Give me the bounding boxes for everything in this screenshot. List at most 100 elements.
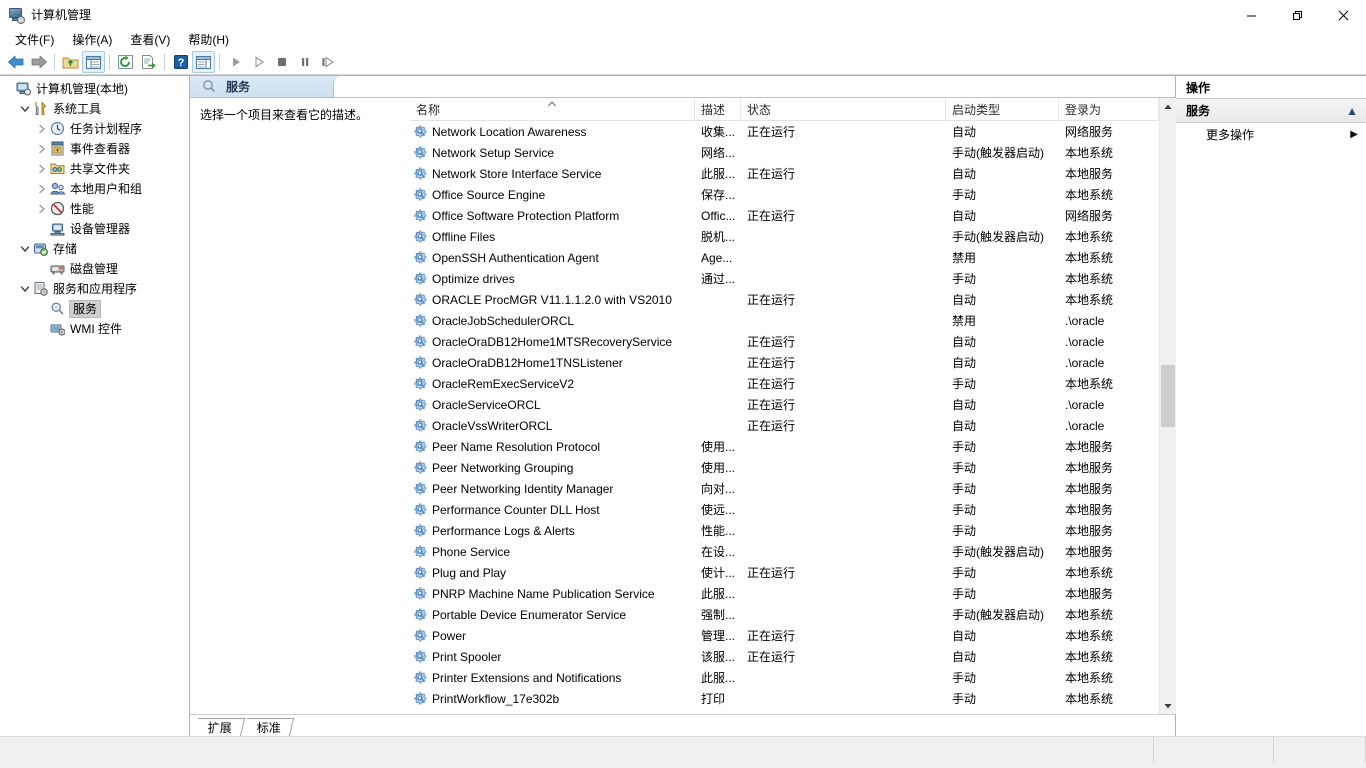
- column-header-logon[interactable]: 登录为: [1059, 98, 1159, 121]
- cell-status: 正在运行: [741, 205, 946, 226]
- column-header-startup[interactable]: 启动类型: [946, 98, 1059, 121]
- tree-item-task-scheduler[interactable]: 任务计划程序: [0, 119, 189, 139]
- table-row[interactable]: PrintWorkflow_17e302b 打印 手动 本地系统: [410, 688, 1159, 709]
- table-row[interactable]: Performance Logs & Alerts 性能... 手动 本地服务: [410, 520, 1159, 541]
- pause-service-button[interactable]: [293, 51, 316, 73]
- menu-file[interactable]: 文件(F): [6, 30, 63, 50]
- tree-item-shared-folders[interactable]: 共享文件夹: [0, 159, 189, 179]
- back-button[interactable]: [4, 51, 27, 73]
- column-header-desc[interactable]: 描述: [695, 98, 741, 121]
- tree-item-services-and-applications[interactable]: 服务和应用程序: [0, 279, 189, 299]
- scrollbar-track[interactable]: [1159, 115, 1176, 697]
- action-more-actions[interactable]: 更多操作 ▶: [1176, 123, 1366, 145]
- stop-service-button[interactable]: [270, 51, 293, 73]
- cell-text: 本地服务: [1065, 461, 1114, 475]
- cell-text: 手动: [952, 587, 977, 601]
- tree-item-root[interactable]: 计算机管理(本地): [0, 79, 189, 99]
- chevron-up-icon[interactable]: ▲: [1346, 104, 1358, 118]
- table-row[interactable]: Optimize drives 通过... 手动 本地系统: [410, 268, 1159, 289]
- table-row[interactable]: Printer Extensions and Notifications 此服..…: [410, 667, 1159, 688]
- table-row[interactable]: Offline Files 脱机... 手动(触发器启动) 本地系统: [410, 226, 1159, 247]
- table-row[interactable]: OracleServiceORCL 正在运行 自动 .\oracle: [410, 394, 1159, 415]
- tree-item-wmi-control[interactable]: WMI 控件: [0, 319, 189, 339]
- scroll-down-button[interactable]: [1159, 697, 1176, 714]
- cell-name: Network Location Awareness: [410, 121, 695, 142]
- chevron-right-icon[interactable]: [34, 141, 50, 157]
- menu-action[interactable]: 操作(A): [63, 30, 121, 50]
- service-gear-icon: [414, 587, 428, 601]
- restart-service-button[interactable]: [316, 51, 339, 73]
- table-row[interactable]: OracleJobSchedulerORCL 禁用 .\oracle: [410, 310, 1159, 331]
- forward-button[interactable]: [27, 51, 50, 73]
- table-row[interactable]: OpenSSH Authentication Agent Age... 禁用 本地系统: [410, 247, 1159, 268]
- show-action-pane-button[interactable]: [192, 51, 215, 73]
- menu-help[interactable]: 帮助(H): [179, 30, 238, 50]
- menu-view[interactable]: 查看(V): [121, 30, 179, 50]
- console-tree[interactable]: 计算机管理(本地) 系统工具 任务计划程序 事件查看器 共享文件夹 本地用户和组 性能 设备管…: [0, 76, 190, 736]
- services-row-viewport[interactable]: Network Location Awareness 收集... 正在运行 自动 网络服…: [410, 121, 1159, 714]
- table-row[interactable]: Performance Counter DLL Host 使远... 手动 本地服务: [410, 499, 1159, 520]
- tree-item-storage[interactable]: 存储: [0, 239, 189, 259]
- tree-item-system-tools[interactable]: 系统工具: [0, 99, 189, 119]
- tree-item-event-viewer[interactable]: 事件查看器: [0, 139, 189, 159]
- table-row[interactable]: PNRP Machine Name Publication Service 此服.…: [410, 583, 1159, 604]
- table-row[interactable]: Network Store Interface Service 此服... 正在运行…: [410, 163, 1159, 184]
- table-row[interactable]: Office Software Protection Platform Offic…: [410, 205, 1159, 226]
- chevron-right-icon[interactable]: [34, 201, 50, 217]
- table-row[interactable]: Peer Networking Grouping 使用... 手动 本地服务: [410, 457, 1159, 478]
- chevron-right-icon[interactable]: [34, 181, 50, 197]
- table-row[interactable]: OracleVssWriterORCL 正在运行 自动 .\oracle: [410, 415, 1159, 436]
- cell-startup: 手动: [946, 520, 1059, 541]
- scroll-up-button[interactable]: [1159, 98, 1176, 115]
- table-row[interactable]: Network Location Awareness 收集... 正在运行 自动 网络服…: [410, 121, 1159, 142]
- start-service-button[interactable]: [224, 51, 247, 73]
- play-icon: [232, 57, 240, 67]
- table-row[interactable]: ORACLE ProcMGR V11.1.1.2.0 with VS2010 正在…: [410, 289, 1159, 310]
- cell-status: 正在运行: [741, 163, 946, 184]
- cell-desc: 管理...: [695, 625, 741, 646]
- tree-item-disk-management[interactable]: 磁盘管理: [0, 259, 189, 279]
- actions-group-services[interactable]: 服务 ▲: [1176, 99, 1366, 123]
- table-row[interactable]: Peer Networking Identity Manager 向对... 手动 本…: [410, 478, 1159, 499]
- chevron-right-icon[interactable]: [34, 121, 50, 137]
- tree-item-device-manager[interactable]: 设备管理器: [0, 219, 189, 239]
- export-list-button[interactable]: [137, 51, 160, 73]
- show-hide-tree-button[interactable]: [82, 51, 105, 73]
- tree-item-label: 存储: [53, 242, 78, 256]
- list-area: 选择一个项目来查看它的描述。 名称 描述 状态 启动类型 登录为 Network Loc…: [190, 98, 1176, 714]
- column-header-status[interactable]: 状态: [741, 98, 946, 121]
- grid-column-headers[interactable]: 名称 描述 状态 启动类型 登录为: [410, 98, 1159, 121]
- table-row[interactable]: Network Setup Service 网络... 手动(触发器启动) 本地系统: [410, 142, 1159, 163]
- service-gear-icon: [414, 146, 428, 160]
- chevron-down-icon[interactable]: [17, 241, 33, 257]
- chevron-right-icon[interactable]: [34, 161, 50, 177]
- tab-standard[interactable]: 标准: [242, 718, 295, 736]
- tree-item-local-users-groups[interactable]: 本地用户和组: [0, 179, 189, 199]
- table-row[interactable]: OracleOraDB12Home1TNSListener 正在运行 自动 .\ora…: [410, 352, 1159, 373]
- maximize-button[interactable]: [1274, 0, 1320, 30]
- table-row[interactable]: Office Source Engine 保存... 手动 本地系统: [410, 184, 1159, 205]
- tab-extended[interactable]: 扩展: [193, 718, 246, 736]
- table-row[interactable]: Peer Name Resolution Protocol 使用... 手动 本地服务: [410, 436, 1159, 457]
- column-header-name[interactable]: 名称: [410, 98, 695, 121]
- table-row[interactable]: Plug and Play 使计... 正在运行 手动 本地系统: [410, 562, 1159, 583]
- table-row[interactable]: OracleRemExecServiceV2 正在运行 手动 本地系统: [410, 373, 1159, 394]
- help-button[interactable]: ?: [169, 51, 192, 73]
- scrollbar-thumb[interactable]: [1160, 365, 1175, 427]
- up-one-level-button[interactable]: [59, 51, 82, 73]
- table-row[interactable]: Portable Device Enumerator Service 强制... 手…: [410, 604, 1159, 625]
- table-row[interactable]: Print Spooler 该服... 正在运行 自动 本地系统: [410, 646, 1159, 667]
- chevron-down-icon[interactable]: [17, 101, 33, 117]
- table-row[interactable]: OracleOraDB12Home1MTSRecoveryService 正在运行…: [410, 331, 1159, 352]
- minimize-button[interactable]: [1228, 0, 1274, 30]
- tree-item-services[interactable]: 服务: [0, 299, 189, 319]
- table-row[interactable]: Phone Service 在设... 手动(触发器启动) 本地服务: [410, 541, 1159, 562]
- cell-name: OracleOraDB12Home1TNSListener: [410, 352, 695, 373]
- vertical-scrollbar[interactable]: [1159, 98, 1176, 714]
- resume-service-button[interactable]: [247, 51, 270, 73]
- tree-item-performance[interactable]: 性能: [0, 199, 189, 219]
- close-button[interactable]: [1320, 0, 1366, 30]
- table-row[interactable]: Power 管理... 正在运行 自动 本地系统: [410, 625, 1159, 646]
- refresh-button[interactable]: [114, 51, 137, 73]
- chevron-down-icon[interactable]: [17, 281, 33, 297]
